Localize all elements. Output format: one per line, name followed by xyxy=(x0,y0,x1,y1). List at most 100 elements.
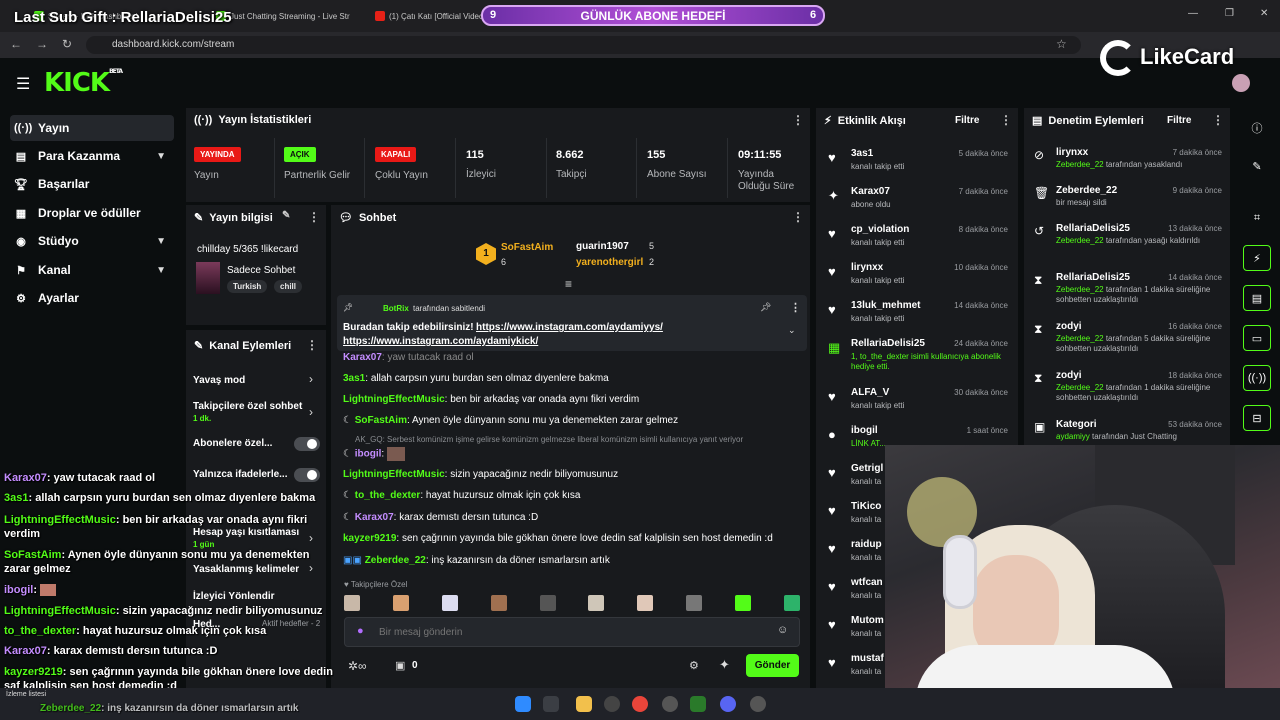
obs-icon[interactable] xyxy=(604,696,620,712)
top-gifter-name[interactable]: yarenothergirl xyxy=(576,257,643,268)
emotes-only-toggle[interactable] xyxy=(294,468,320,482)
maximize-button[interactable]: ❐ xyxy=(1225,8,1234,19)
chat-username[interactable]: 3as1 xyxy=(343,373,365,384)
tag-chip[interactable]: Turkish xyxy=(227,280,268,293)
moderation-target[interactable]: Zeberdee_22 xyxy=(1056,185,1117,196)
app-icon[interactable] xyxy=(662,696,678,712)
edit-icon[interactable]: ✎ xyxy=(1243,153,1271,179)
activity-user[interactable]: mustaf xyxy=(851,653,884,664)
activity-user[interactable]: ibogil xyxy=(851,425,878,436)
moderation-actor[interactable]: Zeberdee_22 xyxy=(1056,160,1104,169)
moderation-target[interactable]: RellariaDelisi25 xyxy=(1056,272,1130,283)
more-options-icon[interactable]: ⋮ xyxy=(792,210,804,224)
chrome-icon[interactable] xyxy=(632,696,648,712)
more-options-icon[interactable]: ⋮ xyxy=(1000,113,1012,127)
unpin-icon[interactable]: 📌︎ xyxy=(760,302,771,313)
slow-mode-row[interactable]: Yavaş mod xyxy=(193,375,245,386)
more-options-icon[interactable]: ⋮ xyxy=(792,113,804,127)
sidebar-item-studyo[interactable]: ◉ Stüdyo ▼ xyxy=(10,228,174,254)
back-icon[interactable]: ← xyxy=(10,37,22,51)
more-options-icon[interactable]: ⋮ xyxy=(308,210,320,224)
forward-icon[interactable]: → xyxy=(36,37,48,51)
collapse-icon[interactable]: ≡ xyxy=(565,277,572,291)
emote-icon[interactable] xyxy=(588,595,605,611)
sidebar-item-yayin[interactable]: ((·)) Yayın xyxy=(10,115,174,141)
emote-icon[interactable] xyxy=(344,595,360,611)
activity-user[interactable]: ALFA_V xyxy=(851,387,889,398)
bolt-icon[interactable]: ⚡︎ xyxy=(1243,245,1271,271)
emote-icon[interactable] xyxy=(490,595,507,611)
minimize-button[interactable]: — xyxy=(1188,8,1198,19)
activity-user[interactable]: 13luk_mehmet xyxy=(851,300,920,311)
chat-username[interactable]: LightningEffectMusic xyxy=(343,394,445,405)
channel-points-icon[interactable]: ✲∞ xyxy=(348,659,367,673)
chat-username[interactable]: SoFastAim xyxy=(355,415,407,426)
emote-icon[interactable] xyxy=(637,595,654,611)
emote-icon[interactable] xyxy=(783,595,800,611)
bookmark-star-icon[interactable]: ☆ xyxy=(1056,37,1067,51)
filter-button[interactable]: Filtre xyxy=(955,115,979,126)
moderation-actor[interactable]: aydamiyy xyxy=(1056,432,1090,441)
browser-tab-2[interactable]: Just Chatting Streaming - Live Str xyxy=(216,6,366,26)
more-options-icon[interactable]: ⋮ xyxy=(306,338,318,352)
points-store-icon[interactable]: ▣ xyxy=(395,659,405,672)
emote-icon[interactable] xyxy=(735,595,751,611)
moderation-target[interactable]: zodyi xyxy=(1056,321,1082,332)
activity-user[interactable]: 3as1 xyxy=(851,148,873,159)
close-window-button[interactable]: ✕ xyxy=(1260,8,1268,19)
top-gifter-name[interactable]: guarin1907 xyxy=(576,241,629,252)
chat-username[interactable]: kayzer9219 xyxy=(343,533,396,544)
chat-username[interactable]: LightningEffectMusic xyxy=(343,469,445,480)
url-field[interactable]: dashboard.kick.com/stream xyxy=(86,36,1081,54)
microphone-icon[interactable]: ● xyxy=(357,625,364,637)
edit-icon[interactable]: ✎ xyxy=(282,210,290,221)
activity-user[interactable]: cp_violation xyxy=(851,224,909,235)
moderation-actor[interactable]: Zeberdee_22 xyxy=(1056,285,1104,294)
moderation-actor[interactable]: Zeberdee_22 xyxy=(1056,236,1104,245)
more-options-icon[interactable]: ⋮ xyxy=(1212,113,1224,127)
top-gifter-name[interactable]: SoFastAim xyxy=(501,242,553,253)
moderation-target[interactable]: Kategori xyxy=(1056,419,1097,430)
activity-user[interactable]: wtfcan xyxy=(851,577,883,588)
chat-username[interactable]: Zeberdee_22 xyxy=(365,555,426,566)
sidebar-item-ayarlar[interactable]: ⚙ Ayarlar xyxy=(10,285,174,311)
activity-user[interactable]: Getrigl xyxy=(851,463,883,474)
emote-icon[interactable] xyxy=(441,595,458,611)
tag-chip[interactable]: chill xyxy=(274,280,303,293)
moderation-target[interactable]: RellariaDelisi25 xyxy=(1056,223,1130,234)
sidebar-item-basarilar[interactable]: 🏆︎ Başarılar xyxy=(10,171,174,197)
document-icon[interactable]: ▤ xyxy=(1243,285,1271,311)
moderation-actor[interactable]: Zeberdee_22 xyxy=(1056,383,1104,392)
emote-icon[interactable] xyxy=(539,595,556,611)
moderation-actor[interactable]: Zeberdee_22 xyxy=(1056,334,1104,343)
redirect-viewers-row[interactable]: İzleyici Yönlendir xyxy=(193,591,275,602)
avatar[interactable] xyxy=(1232,74,1250,92)
chat-input[interactable] xyxy=(379,624,759,640)
followers-only-row[interactable]: Takipçilere özel sohbet xyxy=(193,401,303,412)
activity-user[interactable]: lirynxx xyxy=(851,262,883,273)
emote-icon[interactable] xyxy=(686,595,703,611)
gear-icon[interactable]: ⚙ xyxy=(689,659,699,672)
pinned-link[interactable]: https://www.instagram.com/aydamiyys/ xyxy=(476,322,663,333)
chat-username[interactable]: AK_GQ xyxy=(355,435,383,444)
filter-button[interactable]: Filtre xyxy=(1167,115,1191,126)
sidebar-item-para-kazanma[interactable]: ▤ Para Kazanma ▼ xyxy=(10,143,174,169)
chevron-down-icon[interactable]: ⌄ xyxy=(788,325,796,336)
layout-icon[interactable]: ⊟ xyxy=(1243,405,1271,431)
more-options-icon[interactable]: ⋮ xyxy=(790,301,801,314)
menu-icon[interactable]: ☰ xyxy=(16,74,30,94)
kick-app-icon[interactable] xyxy=(690,696,706,712)
sidebar-item-droplar[interactable]: ▦ Droplar ve ödüller xyxy=(10,200,174,226)
chat-username[interactable]: to_the_dexter xyxy=(355,490,421,501)
pinned-by-user[interactable]: BotRix xyxy=(383,304,409,313)
subscribers-only-toggle[interactable] xyxy=(294,437,320,451)
activity-user[interactable]: raidup xyxy=(851,539,882,550)
browser-tab-3[interactable]: (1) Çatı Katı [Official Video] xyxy=(375,6,485,26)
app-icon[interactable] xyxy=(750,696,766,712)
emoji-icon[interactable]: ☺ xyxy=(777,624,788,636)
chat-bubble-icon[interactable]: ▭ xyxy=(1243,325,1271,351)
broadcast-icon[interactable]: ((·)) xyxy=(1243,365,1271,391)
chat-username[interactable]: ibogil xyxy=(355,449,382,460)
windows-start-icon[interactable] xyxy=(515,696,531,712)
info-icon[interactable]: ⓘ xyxy=(1243,115,1271,141)
